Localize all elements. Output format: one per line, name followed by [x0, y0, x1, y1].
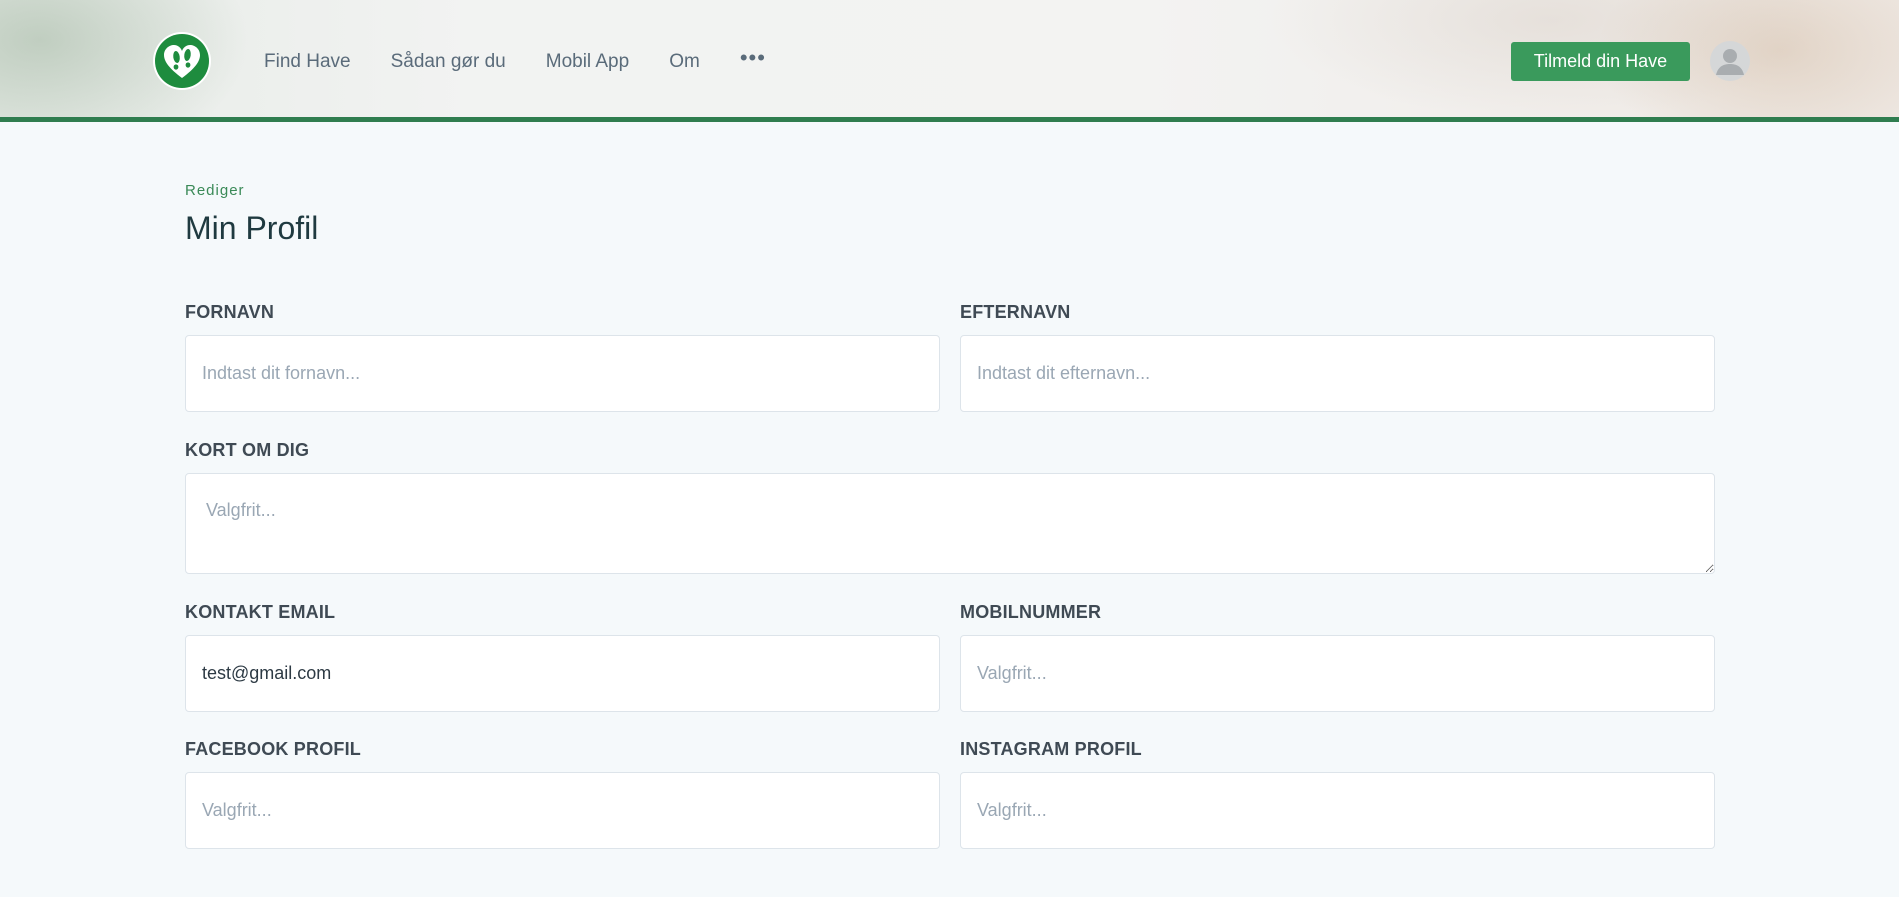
main-nav: Find Have Sådan gør du Mobil App Om ••• [264, 47, 766, 74]
nav-find-have[interactable]: Find Have [264, 50, 351, 74]
instagram-input[interactable] [960, 772, 1715, 849]
nav-mobil-app[interactable]: Mobil App [546, 50, 629, 74]
contact-email-label: KONTAKT EMAIL [185, 602, 336, 622]
site-header: Find Have Sådan gør du Mobil App Om ••• … [0, 0, 1899, 122]
last-name-input[interactable] [960, 335, 1715, 412]
about-label: KORT OM DIG [185, 440, 310, 460]
mobile-label: MOBILNUMMER [960, 602, 1102, 622]
page-title: Min Profil [185, 210, 319, 246]
about-textarea[interactable] [185, 473, 1715, 574]
more-menu-icon[interactable]: ••• [740, 47, 766, 69]
heart-footprints-logo-icon[interactable] [152, 31, 212, 91]
page-eyebrow: Rediger [185, 182, 245, 199]
first-name-input[interactable] [185, 335, 940, 412]
mobile-input[interactable] [960, 635, 1715, 712]
user-silhouette-icon [1716, 49, 1744, 75]
contact-email-input[interactable] [185, 635, 940, 712]
facebook-label: FACEBOOK PROFIL [185, 739, 362, 759]
nav-saadan-goer-du[interactable]: Sådan gør du [391, 50, 506, 74]
nav-om[interactable]: Om [669, 50, 700, 74]
instagram-label: INSTAGRAM PROFIL [960, 739, 1142, 759]
first-name-label: FORNAVN [185, 302, 275, 322]
last-name-label: EFTERNAVN [960, 302, 1071, 322]
facebook-input[interactable] [185, 772, 940, 849]
user-avatar[interactable] [1710, 41, 1750, 81]
register-garden-button[interactable]: Tilmeld din Have [1511, 42, 1690, 81]
